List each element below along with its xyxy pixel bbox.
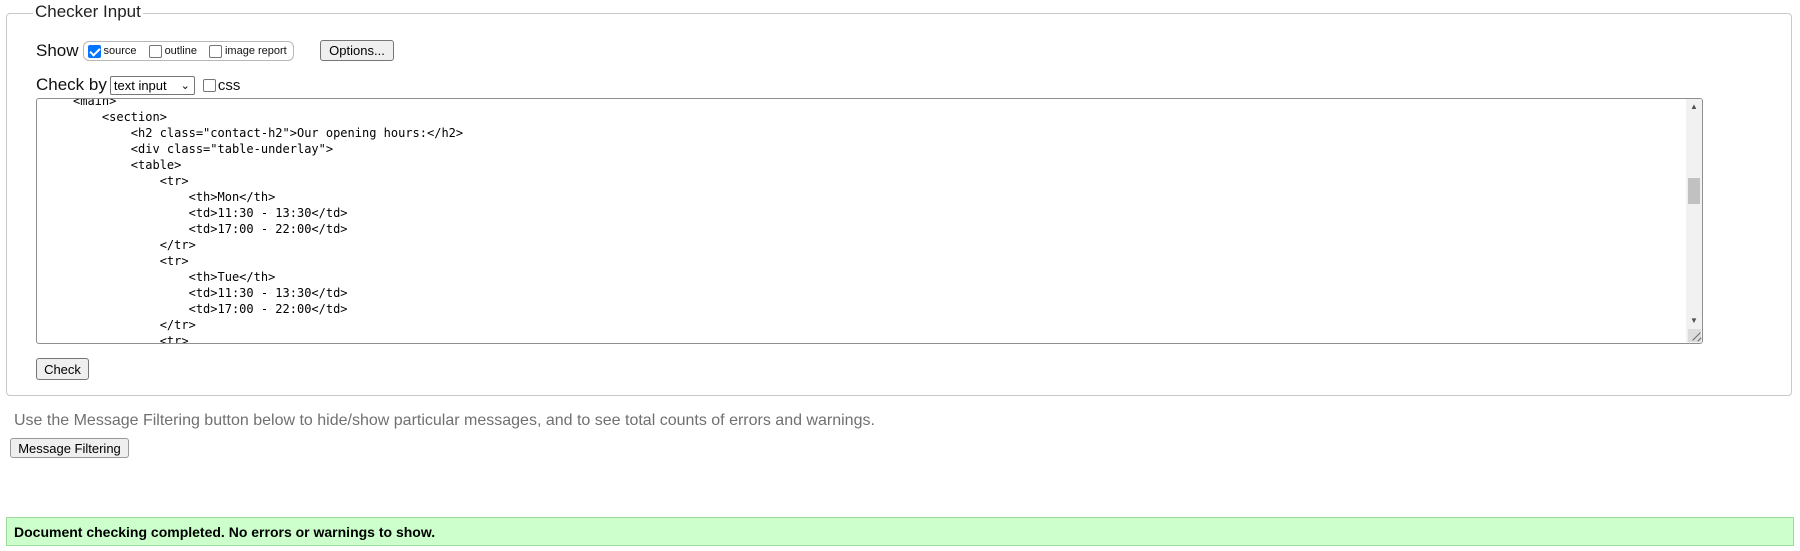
show-options-group: source outline image report: [82, 41, 294, 61]
textarea-scrollbar[interactable]: ▲ ▼: [1686, 99, 1702, 343]
options-button[interactable]: Options...: [320, 40, 394, 61]
css-checkbox[interactable]: [202, 78, 216, 92]
check-by-label: Check by: [36, 75, 107, 94]
show-row: Show source outline image report: [36, 39, 294, 63]
show-label: Show: [36, 41, 79, 60]
scroll-up-arrow-icon[interactable]: ▲: [1686, 99, 1702, 115]
check-by-select[interactable]: text input ⌄: [109, 75, 195, 95]
checker-input-legend: Checker Input: [33, 2, 143, 22]
source-textarea[interactable]: <main> <section> <h2 class="contact-h2">…: [36, 98, 1703, 344]
check-by-selected-value: text input: [113, 77, 167, 93]
check-by-row: Check by text input ⌄ css: [36, 74, 240, 96]
result-success-message: Document checking completed. No errors o…: [6, 517, 1794, 546]
image-report-label: image report: [224, 45, 287, 57]
css-option[interactable]: css: [202, 76, 241, 94]
show-image-report-option[interactable]: image report: [208, 44, 287, 58]
image-report-checkbox[interactable]: [208, 44, 222, 58]
chevron-down-icon: ⌄: [180, 79, 190, 92]
outline-label: outline: [164, 45, 197, 57]
source-label: source: [103, 45, 137, 57]
scroll-down-arrow-icon[interactable]: ▼: [1686, 313, 1702, 329]
source-code-text: <main> <section> <h2 class="contact-h2">…: [73, 98, 464, 344]
check-button[interactable]: Check: [36, 358, 89, 380]
show-outline-option[interactable]: outline: [148, 44, 197, 58]
resize-grip-icon[interactable]: [1688, 329, 1701, 342]
show-source-option[interactable]: source: [87, 44, 137, 58]
outline-checkbox[interactable]: [148, 44, 162, 58]
css-label: css: [217, 76, 241, 94]
message-filtering-button[interactable]: Message Filtering: [10, 438, 129, 458]
scrollbar-thumb[interactable]: [1688, 178, 1700, 204]
message-filtering-note: Use the Message Filtering button below t…: [14, 412, 875, 429]
source-checkbox[interactable]: [87, 44, 101, 58]
